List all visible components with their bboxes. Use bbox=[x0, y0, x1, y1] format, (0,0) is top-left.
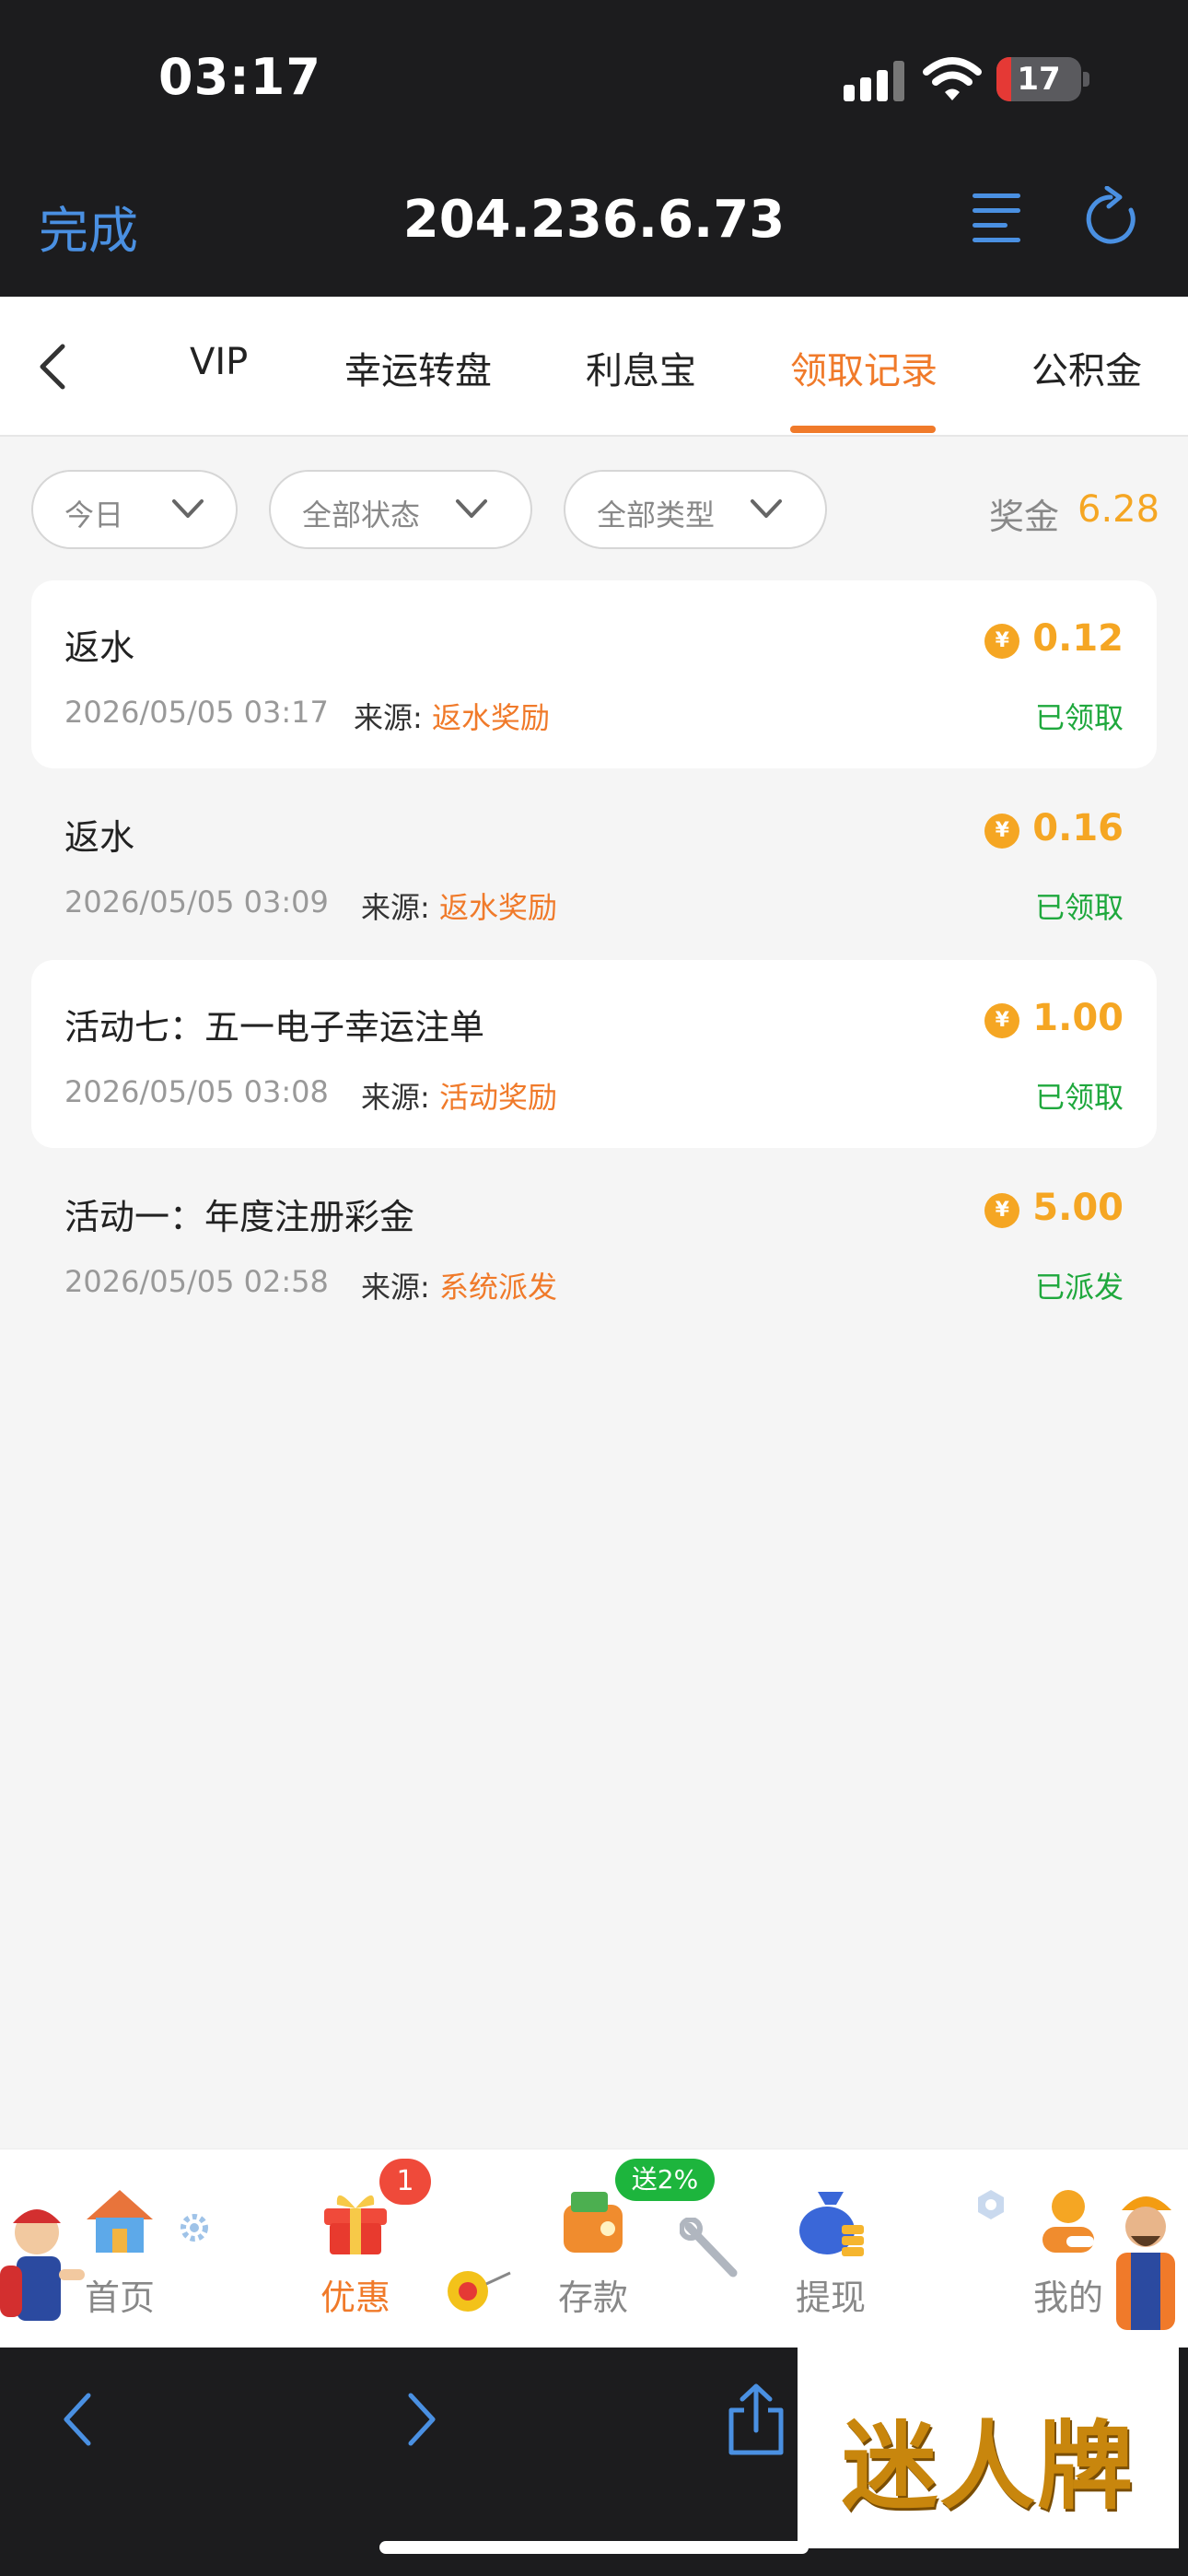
battery-level: 17 bbox=[1017, 61, 1061, 98]
chevron-down-icon bbox=[456, 499, 487, 518]
record-date: 2026/05/05 02:58 bbox=[64, 1264, 329, 1299]
watermark-text: 迷人牌 bbox=[841, 2409, 1135, 2523]
record-status: 已派发 bbox=[1034, 1270, 1124, 1305]
tab-bar: VIP 幸运转盘 利息宝 领取记录 公积金 bbox=[0, 297, 1188, 437]
record-amount: ¥0.16 bbox=[984, 807, 1124, 849]
wrench-icon bbox=[680, 2218, 738, 2277]
coin-icon: ¥ bbox=[984, 624, 1020, 659]
mascot-right-icon bbox=[1116, 2196, 1175, 2330]
bonus-label: 奖金 bbox=[989, 497, 1060, 537]
money-bag-icon bbox=[799, 2192, 864, 2256]
record-item[interactable]: 活动七：五一电子幸运注单 2026/05/05 03:08 来源: 活动奖励 ¥… bbox=[31, 960, 1157, 1148]
status-time: 03:17 bbox=[158, 48, 321, 106]
profile-icon bbox=[1042, 2190, 1094, 2253]
record-source-value: 返水奖励 bbox=[438, 890, 557, 925]
wallet-icon bbox=[564, 2192, 623, 2253]
gift-icon bbox=[324, 2195, 387, 2254]
coin-icon: ¥ bbox=[984, 1003, 1020, 1038]
battery-icon: 17 bbox=[996, 57, 1081, 101]
record-status: 已领取 bbox=[1034, 1080, 1124, 1115]
record-source: 来源: 返水奖励 bbox=[361, 890, 557, 925]
gear-icon bbox=[181, 2214, 208, 2242]
record-source: 来源: 返水奖励 bbox=[354, 700, 550, 735]
bottom-nav: 首页 优惠 1 存款 送2% 提现 我的 bbox=[0, 2149, 1188, 2348]
reload-icon[interactable] bbox=[1083, 186, 1144, 249]
record-amount: ¥5.00 bbox=[984, 1187, 1124, 1229]
record-date: 2026/05/05 03:08 bbox=[64, 1074, 329, 1109]
coin-icon: ¥ bbox=[984, 814, 1020, 849]
record-title: 返水 bbox=[64, 817, 135, 858]
tab-interest[interactable]: 利息宝 bbox=[586, 341, 696, 394]
deposit-promo-badge: 送2% bbox=[615, 2159, 715, 2201]
record-amount: ¥0.12 bbox=[984, 617, 1124, 660]
nav-withdraw[interactable]: 提现 bbox=[757, 2177, 904, 2334]
tab-vip[interactable]: VIP bbox=[190, 341, 248, 383]
filter-status-label: 全部状态 bbox=[302, 498, 421, 533]
record-source: 来源: 系统派发 bbox=[361, 1270, 557, 1305]
house-icon bbox=[87, 2190, 153, 2253]
record-status: 已领取 bbox=[1034, 890, 1124, 925]
tab-lucky-wheel[interactable]: 幸运转盘 bbox=[344, 341, 492, 394]
record-title: 活动一：年度注册彩金 bbox=[64, 1197, 415, 1237]
record-date: 2026/05/05 03:09 bbox=[64, 884, 329, 919]
record-source-value: 返水奖励 bbox=[431, 700, 550, 735]
record-item[interactable]: 返水 2026/05/05 03:17 来源: 返水奖励 ¥0.12 已领取 bbox=[31, 580, 1157, 768]
share-icon[interactable] bbox=[724, 2381, 788, 2458]
active-tab-indicator bbox=[790, 426, 936, 433]
tape-measure-icon bbox=[448, 2271, 511, 2312]
filter-status[interactable]: 全部状态 bbox=[269, 470, 532, 549]
browser-forward-icon[interactable] bbox=[402, 2390, 442, 2449]
nav-home[interactable]: 首页 bbox=[46, 2177, 193, 2334]
home-indicator bbox=[379, 2541, 809, 2554]
record-source-value: 活动奖励 bbox=[438, 1080, 557, 1115]
wifi-icon bbox=[923, 57, 982, 100]
record-item[interactable]: 返水 2026/05/05 03:09 来源: 返水奖励 ¥0.16 已领取 bbox=[31, 770, 1157, 958]
record-date: 2026/05/05 03:17 bbox=[64, 695, 329, 730]
bonus-total: 6.28 bbox=[1077, 488, 1160, 531]
reader-menu-icon[interactable] bbox=[969, 188, 1024, 247]
coin-icon: ¥ bbox=[984, 1193, 1020, 1228]
nav-deposit-label: 存款 bbox=[557, 2277, 628, 2318]
browser-top-bar: 03:17 17 完成 204.236.6.73 bbox=[0, 0, 1188, 297]
record-item[interactable]: 活动一：年度注册彩金 2026/05/05 02:58 来源: 系统派发 ¥5.… bbox=[31, 1150, 1157, 1338]
nav-withdraw-label: 提现 bbox=[795, 2277, 866, 2318]
cellular-signal-icon bbox=[844, 61, 904, 101]
back-arrow-icon[interactable] bbox=[31, 339, 72, 394]
filter-type-label: 全部类型 bbox=[597, 498, 716, 533]
nav-home-label: 首页 bbox=[84, 2277, 155, 2318]
record-title: 返水 bbox=[64, 627, 135, 668]
filter-date-label: 今日 bbox=[64, 498, 124, 533]
tab-provident-fund[interactable]: 公积金 bbox=[1031, 341, 1142, 394]
chevron-down-icon bbox=[751, 499, 782, 518]
chevron-down-icon bbox=[172, 499, 204, 518]
filter-date[interactable]: 今日 bbox=[31, 470, 238, 549]
record-source: 来源: 活动奖励 bbox=[361, 1080, 557, 1115]
nav-promotions-label: 优惠 bbox=[320, 2277, 390, 2318]
record-source-value: 系统派发 bbox=[438, 1270, 557, 1305]
watermark-logo: 迷人牌 bbox=[798, 2348, 1179, 2548]
tab-claim-records[interactable]: 领取记录 bbox=[790, 341, 938, 394]
record-status: 已领取 bbox=[1034, 700, 1124, 735]
filter-type[interactable]: 全部类型 bbox=[564, 470, 827, 549]
record-title: 活动七：五一电子幸运注单 bbox=[64, 1007, 485, 1048]
browser-back-icon[interactable] bbox=[57, 2390, 98, 2449]
notification-badge: 1 bbox=[379, 2159, 431, 2205]
battery-cap bbox=[1083, 72, 1089, 87]
record-amount: ¥1.00 bbox=[984, 997, 1124, 1039]
